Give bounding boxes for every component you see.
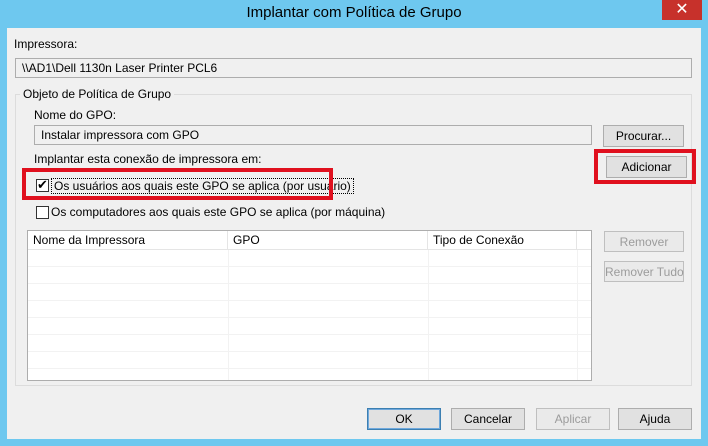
table-row bbox=[28, 318, 591, 335]
cancel-button-label: Cancelar bbox=[463, 412, 513, 426]
table-row bbox=[28, 250, 591, 267]
browse-button[interactable]: Procurar... bbox=[603, 125, 684, 147]
table-row bbox=[28, 267, 591, 284]
cancel-button[interactable]: Cancelar bbox=[451, 408, 525, 430]
ok-button[interactable]: OK bbox=[367, 408, 441, 430]
ok-button-label: OK bbox=[395, 412, 413, 426]
printers-table[interactable]: Nome da Impressora GPO Tipo de Conexão bbox=[27, 230, 592, 381]
title-bar[interactable]: Implantar com Política de Grupo ✕ bbox=[0, 0, 708, 28]
gpo-name-field: Instalar impressora com GPO bbox=[34, 125, 592, 145]
close-button[interactable]: ✕ bbox=[662, 0, 702, 20]
printer-label: Impressora: bbox=[14, 37, 78, 51]
remove-button-label: Remover bbox=[619, 235, 669, 249]
gpo-group-legend: Objeto de Política de Grupo bbox=[20, 87, 175, 101]
close-icon: ✕ bbox=[675, 1, 689, 18]
window-title: Implantar com Política de Grupo bbox=[246, 4, 462, 21]
help-button[interactable]: Ajuda bbox=[618, 408, 692, 430]
table-row bbox=[28, 335, 591, 352]
table-header: Nome da Impressora GPO Tipo de Conexão bbox=[28, 231, 591, 250]
dialog-body: Impressora: \\AD1\Dell 1130n Laser Print… bbox=[7, 28, 701, 439]
help-button-label: Ajuda bbox=[639, 412, 671, 426]
gpo-name-label: Nome do GPO: bbox=[34, 108, 117, 122]
column-gpo[interactable]: GPO bbox=[228, 231, 428, 249]
users-checkbox-highlight bbox=[22, 168, 333, 200]
add-button-highlight bbox=[594, 149, 696, 184]
table-row bbox=[28, 352, 591, 369]
remove-all-button[interactable]: Remover Tudo bbox=[604, 261, 684, 282]
apply-button[interactable]: Aplicar bbox=[536, 408, 610, 430]
dialog-window: Implantar com Política de Grupo ✕ Impres… bbox=[0, 0, 708, 446]
table-row bbox=[28, 369, 591, 380]
computers-checkbox[interactable] bbox=[36, 206, 49, 219]
deploy-label: Implantar esta conexão de impressora em: bbox=[34, 152, 262, 166]
table-row bbox=[28, 301, 591, 318]
computers-checkbox-label[interactable]: Os computadores aos quais este GPO se ap… bbox=[51, 205, 385, 219]
remove-button[interactable]: Remover bbox=[604, 231, 684, 252]
column-connection-type[interactable]: Tipo de Conexão bbox=[428, 231, 577, 249]
printer-field: \\AD1\Dell 1130n Laser Printer PCL6 bbox=[15, 58, 692, 78]
apply-button-label: Aplicar bbox=[554, 412, 592, 426]
browse-button-label: Procurar... bbox=[615, 129, 672, 143]
column-printer-name[interactable]: Nome da Impressora bbox=[28, 231, 228, 249]
remove-all-button-label: Remover Tudo bbox=[605, 265, 684, 279]
table-row bbox=[28, 284, 591, 301]
